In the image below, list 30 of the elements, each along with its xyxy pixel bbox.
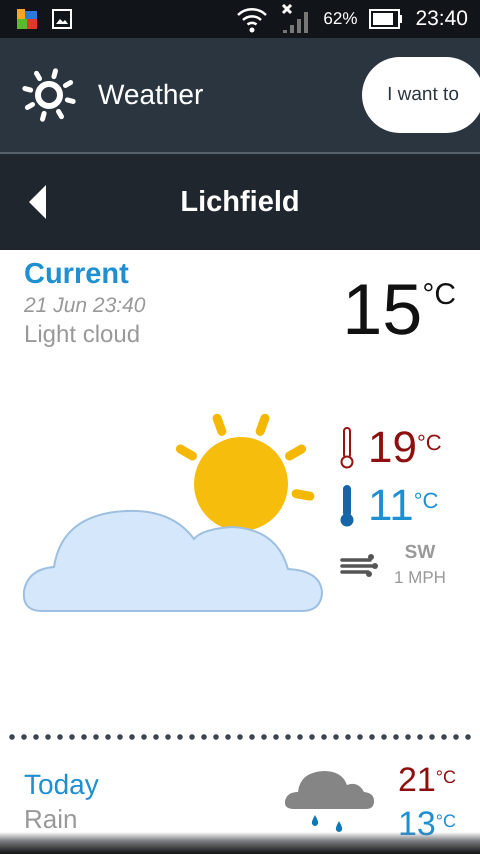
- location-title: Lichfield: [179, 186, 301, 218]
- wind-direction: SW: [404, 542, 436, 564]
- low-temperature: 11: [368, 484, 414, 528]
- clock: 23:40: [415, 7, 468, 31]
- forecast-low: 13: [398, 807, 436, 841]
- forecast-day: Today: [24, 769, 99, 801]
- temperature-unit: °C: [416, 430, 442, 456]
- current-condition: Light cloud: [24, 321, 142, 349]
- temperature-unit: °C: [414, 488, 438, 514]
- wind-icon: [340, 551, 380, 579]
- forecast-condition: Rain: [24, 804, 78, 835]
- current-temperature: 15: [342, 274, 422, 346]
- current-datetime: 21 Jun 23:40: [24, 294, 146, 318]
- back-button[interactable]: [28, 185, 48, 219]
- wifi-icon: [235, 5, 270, 33]
- back-icon: [28, 185, 48, 219]
- forecast-high: 21: [398, 763, 436, 797]
- temperature-unit: °C: [436, 767, 456, 788]
- current-heading: Current: [24, 258, 130, 291]
- thermometer-icon: [340, 485, 354, 527]
- temperature-unit: °C: [422, 278, 456, 312]
- battery-percent: 62%: [323, 9, 358, 29]
- battery-icon: [369, 9, 404, 29]
- app-title: Weather: [98, 79, 204, 111]
- i-want-to-button[interactable]: I want to: [362, 57, 480, 133]
- temperature-unit: °C: [436, 811, 456, 832]
- high-temperature: 19: [368, 426, 417, 470]
- wind-speed: 1 MPH: [394, 568, 446, 588]
- image-icon: [52, 9, 72, 29]
- thermometer-icon: [340, 427, 354, 469]
